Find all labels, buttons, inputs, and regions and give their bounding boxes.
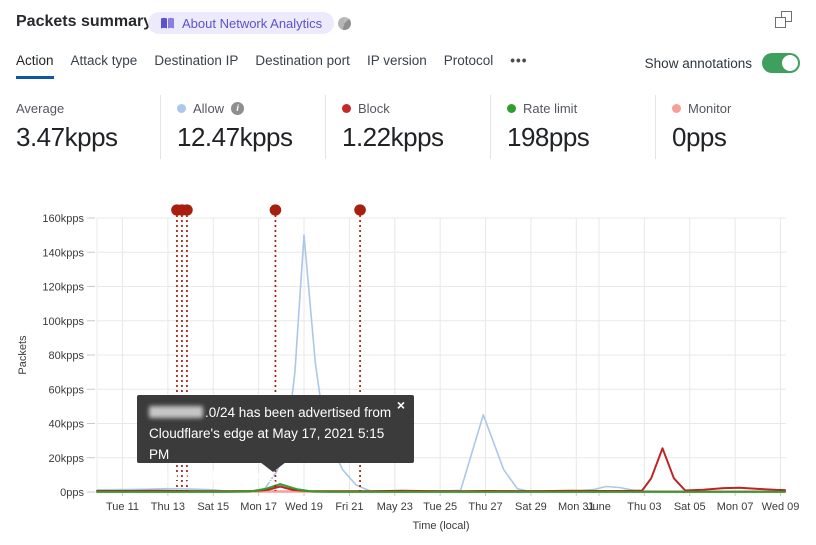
x-tick-label: Thu 03 [627,501,661,513]
stat-average: Average 3.47kpps [0,95,160,159]
y-tick-label: 20kpps [49,453,85,465]
x-tick-label: Tue 11 [106,501,139,513]
annotation-dot[interactable] [181,204,193,216]
x-axis-label: Time (local) [412,520,469,532]
network-analytics-page: Packets summary About Network Analytics … [0,0,816,545]
show-annotations-row: Show annotations [645,53,800,73]
tabs-more-icon[interactable]: ••• [510,53,527,79]
stat-value: 1.22kpps [342,122,444,152]
x-tick-label: Tue 25 [423,501,457,513]
y-tick-label: 0pps [60,487,84,499]
block-dot-icon [342,103,351,113]
x-tick-label: Thu 27 [468,501,502,513]
x-tick-label: Sat 29 [515,501,547,513]
stat-block: Block 1.22kpps [325,95,490,159]
annotation-dot[interactable] [354,204,366,216]
annotation-dot[interactable] [269,204,282,216]
tab-action[interactable]: Action [16,53,54,79]
y-axis-label: Packets [17,335,29,375]
x-tick-label: June [587,501,611,513]
rate-limit-dot-icon [507,103,516,113]
tooltip-line1: .0/24 has been advertised from [149,402,402,423]
x-tick-label: Fri 21 [335,501,363,513]
tooltip-caret [260,462,286,472]
tab-destination-port[interactable]: Destination port [255,53,350,79]
stat-allow: Allow i 12.47kpps [160,95,325,159]
y-tick-label: 80kpps [49,350,85,362]
annotation-tooltip: × .0/24 has been advertised from Cloudfl… [137,395,414,483]
stat-rate-limit: Rate limit 198pps [490,95,655,159]
close-icon[interactable]: × [397,398,405,412]
stat-label: Block [358,100,390,116]
allow-dot-icon [177,103,186,113]
y-tick-label: 60kpps [49,384,85,396]
stat-value: 3.47kpps [16,122,118,152]
y-tick-label: 120kpps [42,282,84,294]
book-icon [160,17,175,30]
stat-label: Allow [193,100,225,116]
stat-label: Average [16,100,65,116]
show-annotations-label: Show annotations [644,55,752,71]
tab-destination-ip[interactable]: Destination IP [154,53,238,79]
y-tick-label: 40kpps [49,419,85,431]
info-icon[interactable]: i [231,101,245,115]
y-tick-label: 160kpps [42,213,84,225]
x-tick-label: Sat 05 [674,501,706,513]
x-tick-label: Sat 15 [197,501,229,513]
show-annotations-toggle[interactable] [762,53,800,73]
x-tick-label: Wed 09 [762,501,800,513]
chart[interactable]: 0pps 20kpps 40kpps 60kpps 80kpps 100kpps 120kp… [0,195,816,545]
stat-label: Rate limit [523,100,578,116]
x-tick-label: Mon 17 [240,501,277,513]
x-tick-label: Wed 19 [285,501,323,513]
toggle-knob [782,55,798,71]
packets-chart-svg: 0pps 20kpps 40kpps 60kpps 80kpps 100kpps 120kp… [17,204,800,532]
badge-label: About Network Analytics [182,15,323,31]
copy-icon[interactable] [775,11,792,28]
stat-monitor: Monitor 0pps [655,95,816,159]
monitor-dot-icon [672,103,681,113]
stat-value: 0pps [672,122,727,152]
stats-row: Average 3.47kpps Allow i 12.47kpps Block 1.22k… [0,95,816,159]
tab-protocol[interactable]: Protocol [444,53,494,79]
page-title: Packets summary [16,13,153,30]
header: Packets summary About Network Analytics [0,0,816,48]
tabs: Action Attack type Destination IP Destinati… [16,53,527,79]
redacted-ip-prefix [149,406,203,418]
tab-attack-type[interactable]: Attack type [71,53,138,79]
x-tick-label: Thu 13 [151,501,185,513]
x-tick-label: Mon 07 [717,501,754,513]
x-tick-label: May 23 [377,501,413,513]
pie-icon [338,17,351,30]
tooltip-line2: Cloudflare's edge at May 17, 2021 5:15 P… [149,426,385,462]
y-tick-label: 100kpps [42,316,84,328]
stat-value: 198pps [507,122,590,152]
view-ip-prefixes-link[interactable]: View your IP prefixes [149,468,275,483]
tab-ip-version[interactable]: IP version [367,53,427,79]
stat-label: Monitor [688,100,732,116]
about-network-analytics-badge[interactable]: About Network Analytics [148,12,335,34]
stat-value: 12.47kpps [177,122,293,152]
y-tick-label: 140kpps [42,247,84,259]
